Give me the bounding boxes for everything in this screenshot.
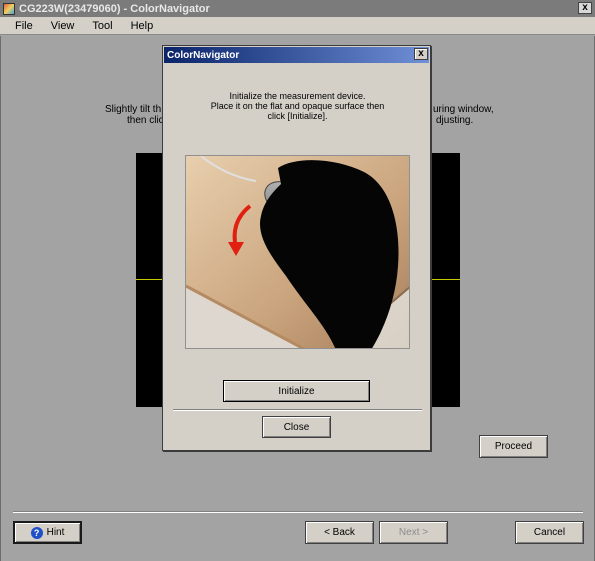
instruction-left-line-2: then clic xyxy=(127,115,164,126)
instruction-left-line-1: Slightly tilt th xyxy=(105,104,162,115)
window-close-button[interactable]: x xyxy=(578,2,592,14)
question-icon: ? xyxy=(30,526,43,539)
dialog-message: Initialize the measurement device. Place… xyxy=(163,91,432,121)
menu-help[interactable]: Help xyxy=(122,20,163,32)
cancel-button[interactable]: Cancel xyxy=(515,521,584,544)
menu-tool[interactable]: Tool xyxy=(83,20,121,32)
app-icon xyxy=(3,2,15,15)
hint-label: Hint xyxy=(46,527,65,538)
window-titlebar: CG223W(23479060) - ColorNavigator x xyxy=(0,0,595,17)
background-instruction-right: uring window, djusting. xyxy=(433,104,494,126)
bottom-separator xyxy=(13,511,583,513)
guide-line-right xyxy=(431,279,460,280)
background-instruction-left: Slightly tilt th then clic xyxy=(105,104,164,126)
device-illustration-svg xyxy=(186,156,409,348)
dialog-close-icon[interactable]: x xyxy=(414,48,428,60)
back-button[interactable]: < Back xyxy=(305,521,374,544)
dialog-title: ColorNavigator xyxy=(167,49,240,61)
menu-view[interactable]: View xyxy=(42,20,84,32)
hint-button[interactable]: ? Hint xyxy=(13,521,82,544)
window-title: CG223W(23479060) - ColorNavigator xyxy=(19,2,210,15)
menu-bar: File View Tool Help xyxy=(0,17,595,35)
dialog-message-line-1: Initialize the measurement device. xyxy=(229,91,366,101)
menu-file[interactable]: File xyxy=(6,20,42,32)
next-button[interactable]: Next > xyxy=(379,521,448,544)
dialog-close-button[interactable]: Close xyxy=(262,416,331,438)
instruction-right-line-2: djusting. xyxy=(436,115,474,126)
dialog-separator xyxy=(173,409,422,411)
device-placement-illustration xyxy=(185,155,410,349)
dialog-message-line-3: click [Initialize]. xyxy=(267,111,328,121)
initialize-button[interactable]: Initialize xyxy=(223,380,370,402)
proceed-button[interactable]: Proceed xyxy=(479,435,548,458)
instruction-right-line-1: uring window, xyxy=(433,104,494,115)
dialog-titlebar: ColorNavigator xyxy=(164,47,429,63)
dialog-message-line-2: Place it on the flat and opaque surface … xyxy=(210,101,385,111)
initialize-dialog: ColorNavigator x Initialize the measurem… xyxy=(162,45,431,451)
measurement-panel-right xyxy=(431,153,460,407)
